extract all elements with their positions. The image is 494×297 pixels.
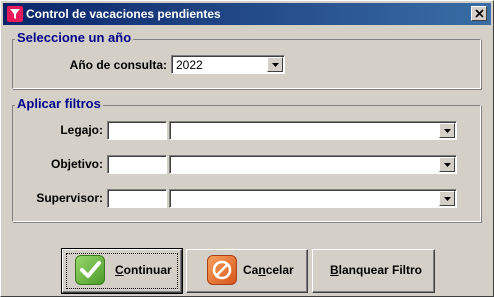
year-select-value: 2022 xyxy=(176,58,203,72)
cancel-circle-icon xyxy=(207,255,237,285)
legajo-name-select[interactable] xyxy=(169,121,457,140)
filters-group-legend: Aplicar filtros xyxy=(15,96,103,111)
chevron-down-icon xyxy=(444,163,451,167)
objetivo-label: Objetivo: xyxy=(50,157,103,171)
dialog-window: Control de vacaciones pendientes Selecci… xyxy=(0,0,494,297)
supervisor-label: Supervisor: xyxy=(36,191,103,205)
year-label: Año de consulta: xyxy=(69,58,167,72)
year-select[interactable]: 2022 xyxy=(171,55,285,74)
cancel-label: Cancelar xyxy=(243,263,294,277)
cancel-button[interactable]: Cancelar xyxy=(186,249,308,293)
year-group-legend: Seleccione un año xyxy=(15,30,134,45)
legajo-code-input[interactable] xyxy=(107,121,167,140)
legajo-dropdown-button[interactable] xyxy=(439,123,455,138)
supervisor-code-input[interactable] xyxy=(107,189,167,208)
objetivo-code-input[interactable] xyxy=(107,155,167,174)
title-bar[interactable]: Control de vacaciones pendientes xyxy=(3,3,491,25)
year-dropdown-button[interactable] xyxy=(267,57,283,72)
clear-filter-label: Blanquear Filtro xyxy=(330,263,423,277)
funnel-icon xyxy=(7,6,23,22)
objetivo-name-select[interactable] xyxy=(169,155,457,174)
objetivo-dropdown-button[interactable] xyxy=(439,157,455,172)
close-icon xyxy=(475,9,484,18)
continue-label: Continuar xyxy=(115,263,172,277)
supervisor-dropdown-button[interactable] xyxy=(439,191,455,206)
close-button[interactable] xyxy=(471,6,487,21)
continue-button[interactable]: Continuar xyxy=(61,248,183,294)
window-title: Control de vacaciones pendientes xyxy=(26,7,221,21)
chevron-down-icon xyxy=(272,63,279,67)
supervisor-name-select[interactable] xyxy=(169,189,457,208)
legajo-label: Legajo: xyxy=(60,123,103,137)
chevron-down-icon xyxy=(444,129,451,133)
checkmark-icon xyxy=(75,255,105,285)
chevron-down-icon xyxy=(444,197,451,201)
clear-filter-button[interactable]: Blanquear Filtro xyxy=(312,249,435,293)
